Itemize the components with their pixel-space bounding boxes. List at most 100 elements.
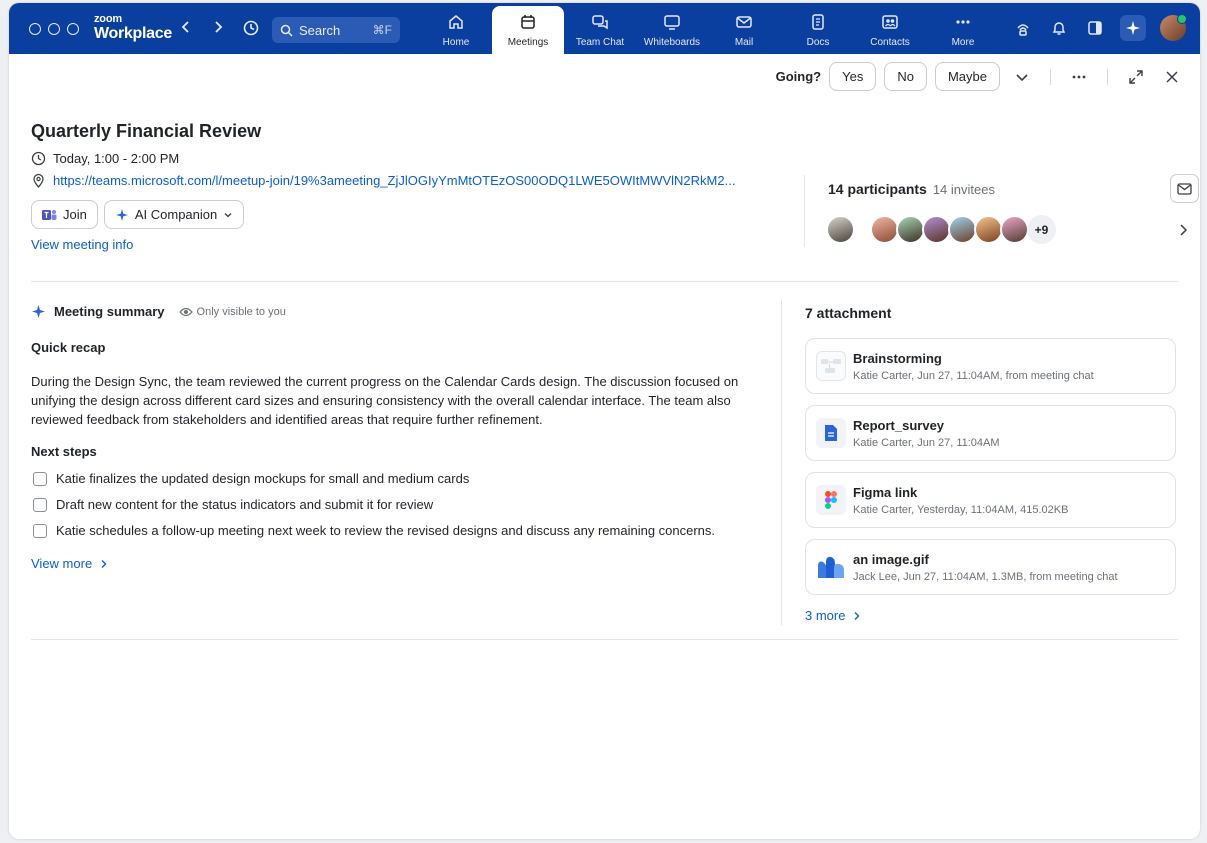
rsvp-no-button[interactable]: No <box>884 62 927 91</box>
clock-icon <box>31 151 46 166</box>
visibility-note: Only visible to you <box>178 306 286 318</box>
attachment-name: Figma link <box>853 485 918 500</box>
zoom-window-button[interactable] <box>67 23 79 35</box>
sparkle-icon <box>115 208 128 221</box>
chevron-down-icon[interactable] <box>1008 63 1036 91</box>
attachment-name: an image.gif <box>853 552 929 567</box>
chevron-down-icon <box>224 212 232 217</box>
view-meeting-info-link[interactable]: View meeting info <box>31 237 133 252</box>
tab-home[interactable]: Home <box>420 6 492 54</box>
image-icon <box>816 552 846 582</box>
next-steps-heading: Next steps <box>31 444 97 459</box>
more-attachments-link[interactable]: 3 more <box>805 608 861 623</box>
attachment-meta: Katie Carter, Jun 27, 11:04AM <box>853 437 1000 449</box>
divider <box>804 175 805 247</box>
more-participants-badge[interactable]: +9 <box>1027 215 1056 244</box>
meeting-location-row: https://teams.microsoft.com/l/meetup-joi… <box>31 173 763 188</box>
contacts-icon <box>854 13 926 35</box>
attachment-name: Report_survey <box>853 418 945 433</box>
task-checkbox[interactable] <box>33 497 47 512</box>
meeting-time: Today, 1:00 - 2:00 PM <box>53 151 180 166</box>
bell-icon[interactable] <box>1048 15 1070 41</box>
tab-mail[interactable]: Mail <box>708 6 780 54</box>
email-participants-button[interactable] <box>1170 174 1199 203</box>
sparkle-icon <box>32 305 45 318</box>
ai-companion-sparkle-icon[interactable] <box>1120 15 1146 41</box>
top-navigation-bar: zoom Workplace Search ⌘F Home Meetings T… <box>9 3 1200 54</box>
participant-avatar[interactable] <box>870 215 899 244</box>
participant-avatar[interactable] <box>974 215 1003 244</box>
search-input[interactable]: Search ⌘F <box>272 17 400 43</box>
divider <box>31 639 1178 640</box>
user-avatar[interactable] <box>1160 14 1187 41</box>
chevron-right-icon <box>854 611 860 620</box>
chat-icon <box>564 13 636 35</box>
presence-broadcast-icon[interactable] <box>1012 15 1034 41</box>
meeting-actions: Join AI Companion <box>31 200 245 229</box>
participant-avatar[interactable] <box>1000 215 1029 244</box>
history-icon[interactable] <box>241 19 261 39</box>
ai-companion-button[interactable]: AI Companion <box>103 200 245 229</box>
docs-icon <box>782 13 854 35</box>
next-step-item: Draft new content for the status indicat… <box>33 497 433 512</box>
tab-whiteboards[interactable]: Whiteboards <box>636 6 708 54</box>
back-arrow-icon[interactable] <box>176 19 196 39</box>
rsvp-maybe-button[interactable]: Maybe <box>934 62 1000 91</box>
mail-icon <box>1177 182 1192 195</box>
participant-avatar[interactable] <box>922 215 951 244</box>
attachment-meta: Katie Carter, Yesterday, 11:04AM, 415.02… <box>853 504 1069 516</box>
participant-avatar[interactable] <box>948 215 977 244</box>
location-pin-icon <box>33 173 44 188</box>
attachments-heading: 7 attachment <box>805 305 892 321</box>
app-window: zoom Workplace Search ⌘F Home Meetings T… <box>9 3 1200 839</box>
quick-recap-text: During the Design Sync, the team reviewe… <box>31 374 739 427</box>
side-panel-icon[interactable] <box>1084 15 1106 41</box>
doc-file-icon <box>816 418 846 448</box>
meeting-summary-title: Meeting summary <box>54 304 165 319</box>
expand-icon[interactable] <box>1122 63 1150 91</box>
attachment-meta: Katie Carter, Jun 27, 11:04AM, from meet… <box>853 370 1094 382</box>
participant-avatars[interactable]: +9 <box>826 215 1056 244</box>
meeting-title: Quarterly Financial Review <box>31 121 262 141</box>
tab-contacts[interactable]: Contacts <box>854 6 926 54</box>
tab-meetings[interactable]: Meetings <box>492 6 564 54</box>
attachment-card[interactable]: Brainstorming Katie Carter, Jun 27, 11:0… <box>805 338 1176 394</box>
teams-icon <box>42 209 57 220</box>
chevron-right-icon[interactable] <box>1179 223 1189 242</box>
quick-recap-heading: Quick recap <box>31 340 106 355</box>
search-shortcut: ⌘F <box>372 23 392 37</box>
window-controls <box>29 23 79 35</box>
forward-arrow-icon[interactable] <box>208 19 228 39</box>
rsvp-bar: Going? Yes No Maybe <box>776 62 1186 91</box>
participant-avatar[interactable] <box>826 215 855 244</box>
invitees-count: 14 invitees <box>932 182 995 197</box>
participants-heading: 14 participants 14 invitees <box>828 181 995 197</box>
chevron-right-icon <box>101 559 107 568</box>
figma-icon <box>816 485 846 515</box>
attachment-card[interactable]: Report_survey Katie Carter, Jun 27, 11:0… <box>805 405 1176 461</box>
join-button[interactable]: Join <box>31 200 98 229</box>
meeting-summary-header: Meeting summary Only visible to you <box>31 304 286 319</box>
more-options-icon[interactable] <box>1065 63 1093 91</box>
view-more-link[interactable]: View more <box>31 556 108 571</box>
attachment-card[interactable]: an image.gif Jack Lee, Jun 27, 11:04AM, … <box>805 539 1176 595</box>
meeting-link[interactable]: https://teams.microsoft.com/l/meetup-joi… <box>53 173 763 188</box>
next-step-item: Katie schedules a follow-up meeting next… <box>33 523 715 538</box>
tab-docs[interactable]: Docs <box>782 6 854 54</box>
rsvp-yes-button[interactable]: Yes <box>829 62 877 91</box>
minimize-window-button[interactable] <box>48 23 60 35</box>
divider <box>1050 68 1051 85</box>
attachment-card[interactable]: Figma link Katie Carter, Yesterday, 11:0… <box>805 472 1176 528</box>
task-checkbox[interactable] <box>33 471 47 486</box>
tab-more[interactable]: More <box>927 6 999 54</box>
next-step-item: Katie finalizes the updated design mocku… <box>33 471 469 486</box>
close-window-button[interactable] <box>29 23 41 35</box>
task-checkbox[interactable] <box>33 523 47 538</box>
close-icon[interactable] <box>1158 63 1186 91</box>
whiteboard-icon <box>636 13 708 35</box>
tab-team-chat[interactable]: Team Chat <box>564 6 636 54</box>
participant-avatar[interactable] <box>896 215 925 244</box>
rsvp-prompt: Going? <box>775 69 822 84</box>
divider <box>1107 68 1108 85</box>
home-icon <box>420 13 492 35</box>
